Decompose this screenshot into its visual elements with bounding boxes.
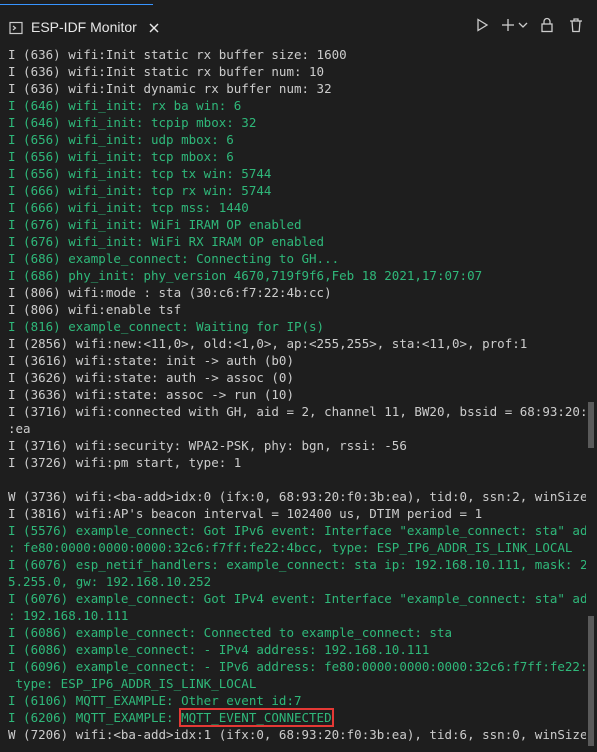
log-line: I (6206) MQTT_EXAMPLE: MQTT_EVENT_CONNEC… bbox=[0, 708, 586, 727]
log-line: 5.255.0, gw: 192.168.10.252 bbox=[0, 573, 586, 590]
log-line-text: I (6086) example_connect: Connected to e… bbox=[8, 625, 453, 640]
log-line-text: I (686) example_connect: Connecting to G… bbox=[8, 251, 340, 266]
lock-icon[interactable] bbox=[536, 14, 558, 36]
log-line: I (646) wifi_init: tcpip mbox: 32 bbox=[0, 114, 586, 131]
log-line-text: I (3616) wifi:state: init -> auth (b0) bbox=[8, 353, 294, 368]
log-line: I (656) wifi_init: udp mbox: 6 bbox=[0, 131, 586, 148]
log-line: I (646) wifi_init: rx ba win: 6 bbox=[0, 97, 586, 114]
log-line-text: I (3626) wifi:state: auth -> assoc (0) bbox=[8, 370, 294, 385]
log-line-text: I (636) wifi:Init static rx buffer num: … bbox=[8, 64, 325, 79]
scrollbar-thumb-lower[interactable] bbox=[588, 616, 594, 746]
log-line: I (5576) example_connect: Got IPv6 event… bbox=[0, 522, 586, 539]
log-line-text: I (6086) example_connect: - IPv4 address… bbox=[8, 642, 430, 657]
log-line-text: I (3636) wifi:state: assoc -> run (10) bbox=[8, 387, 294, 402]
log-line: W (7206) wifi:<ba-add>idx:1 (ifx:0, 68:9… bbox=[0, 726, 586, 743]
tab-esp-idf-monitor[interactable]: ESP-IDF Monitor bbox=[0, 4, 159, 48]
log-line-text: I (656) wifi_init: tcp mbox: 6 bbox=[8, 149, 234, 164]
log-line-text: I (6106) MQTT_EXAMPLE: Other event id:7 bbox=[8, 693, 302, 708]
log-line: I (666) wifi_init: tcp rx win: 5744 bbox=[0, 182, 586, 199]
log-line: I (816) example_connect: Waiting for IP(… bbox=[0, 318, 586, 335]
log-line: I (3636) wifi:state: assoc -> run (10) bbox=[0, 386, 586, 403]
log-line: I (636) wifi:Init dynamic rx buffer num:… bbox=[0, 80, 586, 97]
close-icon[interactable] bbox=[147, 20, 161, 34]
highlighted-event: MQTT_EVENT_CONNECTED bbox=[179, 708, 334, 727]
log-line: I (2856) wifi:new:<11,0>, old:<1,0>, ap:… bbox=[0, 335, 586, 352]
log-line-text: : 192.168.10.111 bbox=[8, 608, 129, 623]
log-line-text: I (6076) esp_netif_handlers: example_con… bbox=[8, 557, 586, 572]
log-line-text: I (656) wifi_init: tcp tx win: 5744 bbox=[8, 166, 272, 181]
log-line-text: I (676) wifi_init: WiFi RX IRAM OP enabl… bbox=[8, 234, 325, 249]
add-icon[interactable] bbox=[500, 14, 516, 36]
log-line: I (3726) wifi:pm start, type: 1 bbox=[0, 454, 586, 471]
scrollbar-thumb-upper[interactable] bbox=[588, 402, 594, 448]
log-line: I (656) wifi_init: tcp tx win: 5744 bbox=[0, 165, 586, 182]
log-line-text: W (3736) wifi:<ba-add>idx:0 (ifx:0, 68:9… bbox=[8, 489, 586, 504]
log-line: I (686) phy_init: phy_version 4670,719f9… bbox=[0, 267, 586, 284]
log-line: I (6076) esp_netif_handlers: example_con… bbox=[0, 556, 586, 573]
log-line-text: I (6206) MQTT_EXAMPLE: bbox=[8, 710, 182, 725]
trash-icon[interactable] bbox=[565, 14, 587, 36]
log-line: I (636) wifi:Init static rx buffer num: … bbox=[0, 63, 586, 80]
log-line-text: I (806) wifi:enable tsf bbox=[8, 302, 182, 317]
log-line-text: I (5576) example_connect: Got IPv6 event… bbox=[8, 523, 586, 538]
log-line-text: I (3716) wifi:security: WPA2-PSK, phy: b… bbox=[8, 438, 407, 453]
log-line-text: I (686) phy_init: phy_version 4670,719f9… bbox=[8, 268, 483, 283]
log-line: I (6096) example_connect: - IPv6 address… bbox=[0, 658, 586, 675]
log-line-text: I (666) wifi_init: tcp rx win: 5744 bbox=[8, 183, 272, 198]
log-line: :ea bbox=[0, 420, 586, 437]
log-line: I (3716) wifi:connected with GH, aid = 2… bbox=[0, 403, 586, 420]
log-line: I (806) wifi:enable tsf bbox=[0, 301, 586, 318]
log-line-text: I (806) wifi:mode : sta (30:c6:f7:22:4b:… bbox=[8, 285, 332, 300]
log-line: I (3816) wifi:AP's beacon interval = 102… bbox=[0, 505, 586, 522]
log-line: I (3616) wifi:state: init -> auth (b0) bbox=[0, 352, 586, 369]
log-line: I (6086) example_connect: - IPv4 address… bbox=[0, 641, 586, 658]
log-line: I (6106) MQTT_EXAMPLE: Other event id:7 bbox=[0, 692, 586, 709]
log-line: I (6086) example_connect: Connected to e… bbox=[0, 624, 586, 641]
log-line: I (806) wifi:mode : sta (30:c6:f7:22:4b:… bbox=[0, 284, 586, 301]
log-line-text: I (816) example_connect: Waiting for IP(… bbox=[8, 319, 325, 334]
log-line-text: I (676) wifi_init: WiFi IRAM OP enabled bbox=[8, 217, 302, 232]
log-line: I (676) wifi_init: WiFi IRAM OP enabled bbox=[0, 216, 586, 233]
log-line-text: I (6076) example_connect: Got IPv4 event… bbox=[8, 591, 586, 606]
log-line: : fe80:0000:0000:0000:32c6:f7ff:fe22:4bc… bbox=[0, 539, 586, 556]
log-line-text: I (2856) wifi:new:<11,0>, old:<1,0>, ap:… bbox=[8, 336, 528, 351]
terminal-titlebar: ESP-IDF Monitor bbox=[0, 0, 597, 48]
log-line-text: W (7206) wifi:<ba-add>idx:1 (ifx:0, 68:9… bbox=[8, 727, 586, 742]
log-line-text: I (3726) wifi:pm start, type: 1 bbox=[8, 455, 242, 470]
terminal-scrollbar[interactable] bbox=[586, 46, 597, 752]
log-line-text: I (666) wifi_init: tcp mss: 1440 bbox=[8, 200, 249, 215]
log-line-text: :ea bbox=[8, 421, 31, 436]
log-line: I (3716) wifi:security: WPA2-PSK, phy: b… bbox=[0, 437, 586, 454]
log-line: type: ESP_IP6_ADDR_IS_LINK_LOCAL bbox=[0, 675, 586, 692]
log-line: W (3736) wifi:<ba-add>idx:0 (ifx:0, 68:9… bbox=[0, 488, 586, 505]
log-line: I (3626) wifi:state: auth -> assoc (0) bbox=[0, 369, 586, 386]
log-line-text: I (3716) wifi:connected with GH, aid = 2… bbox=[8, 404, 586, 419]
log-line-text: I (636) wifi:Init dynamic rx buffer num:… bbox=[8, 81, 332, 96]
log-line: : 192.168.10.111 bbox=[0, 607, 586, 624]
log-line-text: I (646) wifi_init: tcpip mbox: 32 bbox=[8, 115, 257, 130]
log-line-text: I (656) wifi_init: udp mbox: 6 bbox=[8, 132, 234, 147]
log-line: I (676) wifi_init: WiFi RX IRAM OP enabl… bbox=[0, 233, 586, 250]
log-line: I (656) wifi_init: tcp mbox: 6 bbox=[0, 148, 586, 165]
chevron-down-icon[interactable] bbox=[517, 14, 529, 36]
log-line-text: I (6096) example_connect: - IPv6 address… bbox=[8, 659, 586, 674]
log-line-text: I (646) wifi_init: rx ba win: 6 bbox=[8, 98, 242, 113]
play-icon[interactable] bbox=[471, 14, 493, 36]
log-line-text: I (636) wifi:Init static rx buffer size:… bbox=[8, 47, 347, 62]
log-line-text: 5.255.0, gw: 192.168.10.252 bbox=[8, 574, 212, 589]
log-line-text: I (3816) wifi:AP's beacon interval = 102… bbox=[8, 506, 483, 521]
log-line: I (636) wifi:Init static rx buffer size:… bbox=[0, 46, 586, 63]
log-line-text: type: ESP_IP6_ADDR_IS_LINK_LOCAL bbox=[8, 676, 257, 691]
log-line: I (666) wifi_init: tcp mss: 1440 bbox=[0, 199, 586, 216]
log-line-text: : fe80:0000:0000:0000:32c6:f7ff:fe22:4bc… bbox=[8, 540, 573, 555]
tab-title: ESP-IDF Monitor bbox=[31, 18, 137, 35]
terminal-icon bbox=[9, 20, 23, 34]
log-line: I (6076) example_connect: Got IPv4 event… bbox=[0, 590, 586, 607]
terminal-output[interactable]: I (636) wifi:Init static rx buffer size:… bbox=[0, 46, 586, 752]
log-line: I (686) example_connect: Connecting to G… bbox=[0, 250, 586, 267]
terminal-actions bbox=[464, 14, 597, 36]
